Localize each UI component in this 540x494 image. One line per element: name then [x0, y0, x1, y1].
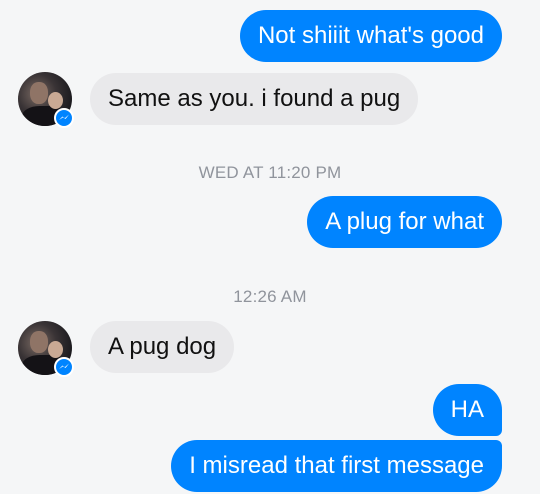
outgoing-message[interactable]: A plug for what — [307, 196, 502, 248]
outgoing-message[interactable]: Not shiiit what's good — [239, 10, 502, 62]
messenger-icon — [54, 357, 74, 377]
incoming-message[interactable]: A pug dog — [90, 321, 235, 373]
timestamp: WED AT 11:20 PM — [198, 163, 342, 182]
outgoing-message[interactable]: I misread that first message — [171, 440, 502, 492]
contact-avatar[interactable] — [18, 321, 74, 377]
timestamp: 12:26 AM — [233, 287, 307, 306]
incoming-message[interactable]: Same as you. i found a pug — [90, 73, 419, 125]
contact-avatar[interactable] — [18, 72, 74, 128]
outgoing-message[interactable]: HA — [432, 384, 502, 436]
messenger-icon — [54, 108, 74, 128]
